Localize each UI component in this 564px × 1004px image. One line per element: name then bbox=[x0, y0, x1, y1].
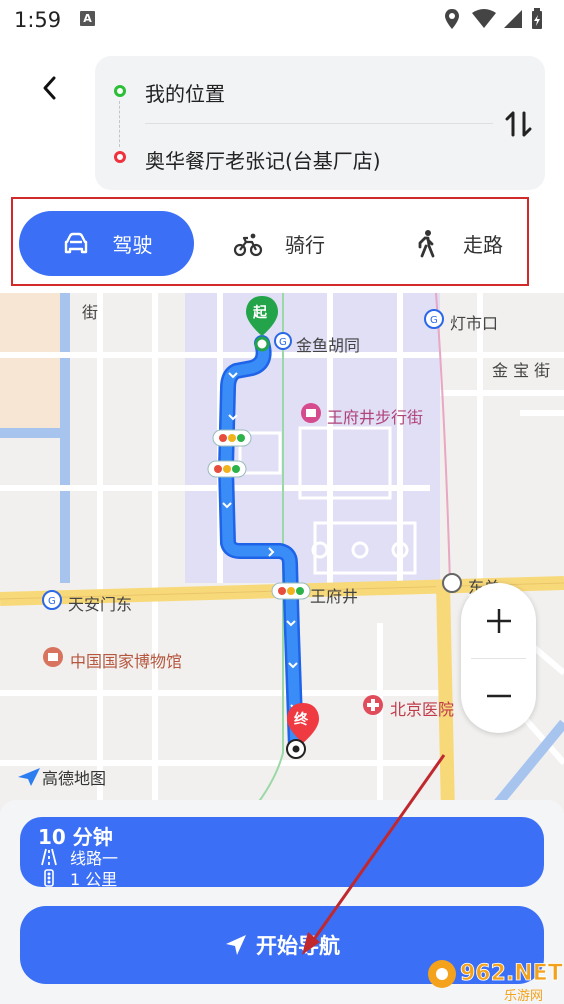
divider bbox=[145, 123, 493, 124]
origin-field[interactable]: 我的位置 bbox=[145, 78, 225, 107]
road-icon bbox=[40, 848, 58, 866]
tab-drive[interactable]: 驾驶 bbox=[19, 211, 194, 276]
zoom-in-button[interactable] bbox=[461, 583, 536, 658]
tab-walk[interactable]: 走路 bbox=[397, 211, 517, 276]
navigation-arrow-icon bbox=[226, 935, 246, 955]
swap-button[interactable] bbox=[503, 108, 535, 140]
map-label-jinyu-hutong: 金鱼胡同 bbox=[296, 336, 361, 355]
route-distance-row: 1 公里 bbox=[40, 866, 117, 887]
bike-icon bbox=[233, 229, 263, 259]
map-label-wangfujing-walk: 王府井步行街 bbox=[327, 408, 424, 427]
wifi-icon bbox=[472, 9, 496, 28]
route-card: 我的位置 奥华餐厅老张记(台基厂店) bbox=[95, 56, 545, 190]
minus-icon bbox=[486, 694, 511, 697]
map-provider-label: 高德地图 bbox=[42, 769, 107, 788]
map-label-street: 街 bbox=[82, 303, 99, 322]
map-label-hospital: 北京医院 bbox=[390, 700, 455, 719]
traffic-light-icon bbox=[40, 869, 58, 887]
watermark-brand: 962.NET bbox=[460, 961, 563, 986]
travel-mode-tabs: 驾驶 骑行 走路 bbox=[11, 197, 529, 286]
metro-icon bbox=[442, 573, 462, 593]
metro-icon: G bbox=[42, 590, 62, 610]
signal-icon bbox=[504, 10, 522, 28]
watermark-subtitle: 乐游网 bbox=[504, 989, 543, 1004]
start-marker-label: 起 bbox=[252, 304, 268, 321]
svg-text:G: G bbox=[279, 337, 287, 348]
traffic-light-icon bbox=[212, 429, 252, 447]
metro-icon: G bbox=[274, 332, 292, 350]
back-button[interactable] bbox=[34, 70, 70, 106]
hospital-icon bbox=[363, 695, 383, 715]
start-navigation-label: 开始导航 bbox=[256, 934, 340, 958]
notification-icon: A bbox=[80, 11, 95, 26]
watermark-logo: 962.NET 乐游网 bbox=[428, 960, 563, 1004]
location-icon bbox=[445, 9, 459, 29]
route-distance-label: 1 公里 bbox=[70, 870, 118, 887]
battery-icon bbox=[532, 8, 542, 29]
route-connector bbox=[119, 101, 120, 147]
chevron-left-icon bbox=[43, 76, 56, 100]
map-label-jinbao-street: 金 宝 街 bbox=[492, 361, 551, 380]
zoom-out-button[interactable] bbox=[461, 658, 536, 733]
map-label-wangfujing: 王府井 bbox=[310, 587, 359, 606]
svg-text:G: G bbox=[48, 596, 56, 607]
tab-walk-label: 走路 bbox=[463, 233, 503, 257]
origin-dot-icon bbox=[114, 85, 126, 97]
status-bar: 1:59 A bbox=[0, 0, 564, 40]
plus-icon bbox=[486, 608, 511, 633]
status-icons bbox=[445, 8, 542, 29]
traffic-light-icon bbox=[207, 460, 247, 478]
end-marker-label: 终 bbox=[294, 711, 309, 728]
shop-icon bbox=[301, 403, 321, 423]
map-view[interactable]: G G G 起 终 街 金鱼胡同 灯市口 金 宝 街 王府井步行街 王府井 天安… bbox=[0, 293, 564, 813]
walk-icon bbox=[411, 229, 441, 259]
destination-field[interactable]: 奥华餐厅老张记(台基厂店) bbox=[145, 145, 381, 174]
map-label-dengshikou: 灯市口 bbox=[450, 314, 499, 333]
tab-bike-label: 骑行 bbox=[285, 233, 325, 257]
car-icon bbox=[61, 229, 91, 259]
tab-drive-label: 驾驶 bbox=[112, 233, 153, 257]
map-label-tiananmen-east: 天安门东 bbox=[68, 595, 133, 614]
swap-icon bbox=[505, 111, 532, 137]
traffic-light-icon bbox=[271, 582, 311, 600]
route-summary-card[interactable]: 10 分钟 线路一 1 公里 bbox=[20, 817, 544, 887]
metro-icon: G bbox=[424, 309, 444, 329]
status-time: 1:59 bbox=[14, 8, 62, 32]
tab-bike[interactable]: 骑行 bbox=[219, 211, 339, 276]
destination-dot-icon bbox=[114, 151, 126, 163]
map-provider-logo: 高德地图 bbox=[16, 766, 106, 788]
map-label-museum: 中国国家博物馆 bbox=[70, 652, 183, 671]
zoom-control bbox=[461, 583, 536, 733]
map-canvas: G G G 起 终 bbox=[0, 293, 564, 813]
amap-logo-icon bbox=[18, 768, 40, 786]
museum-icon bbox=[43, 647, 63, 667]
svg-text:G: G bbox=[430, 315, 438, 326]
